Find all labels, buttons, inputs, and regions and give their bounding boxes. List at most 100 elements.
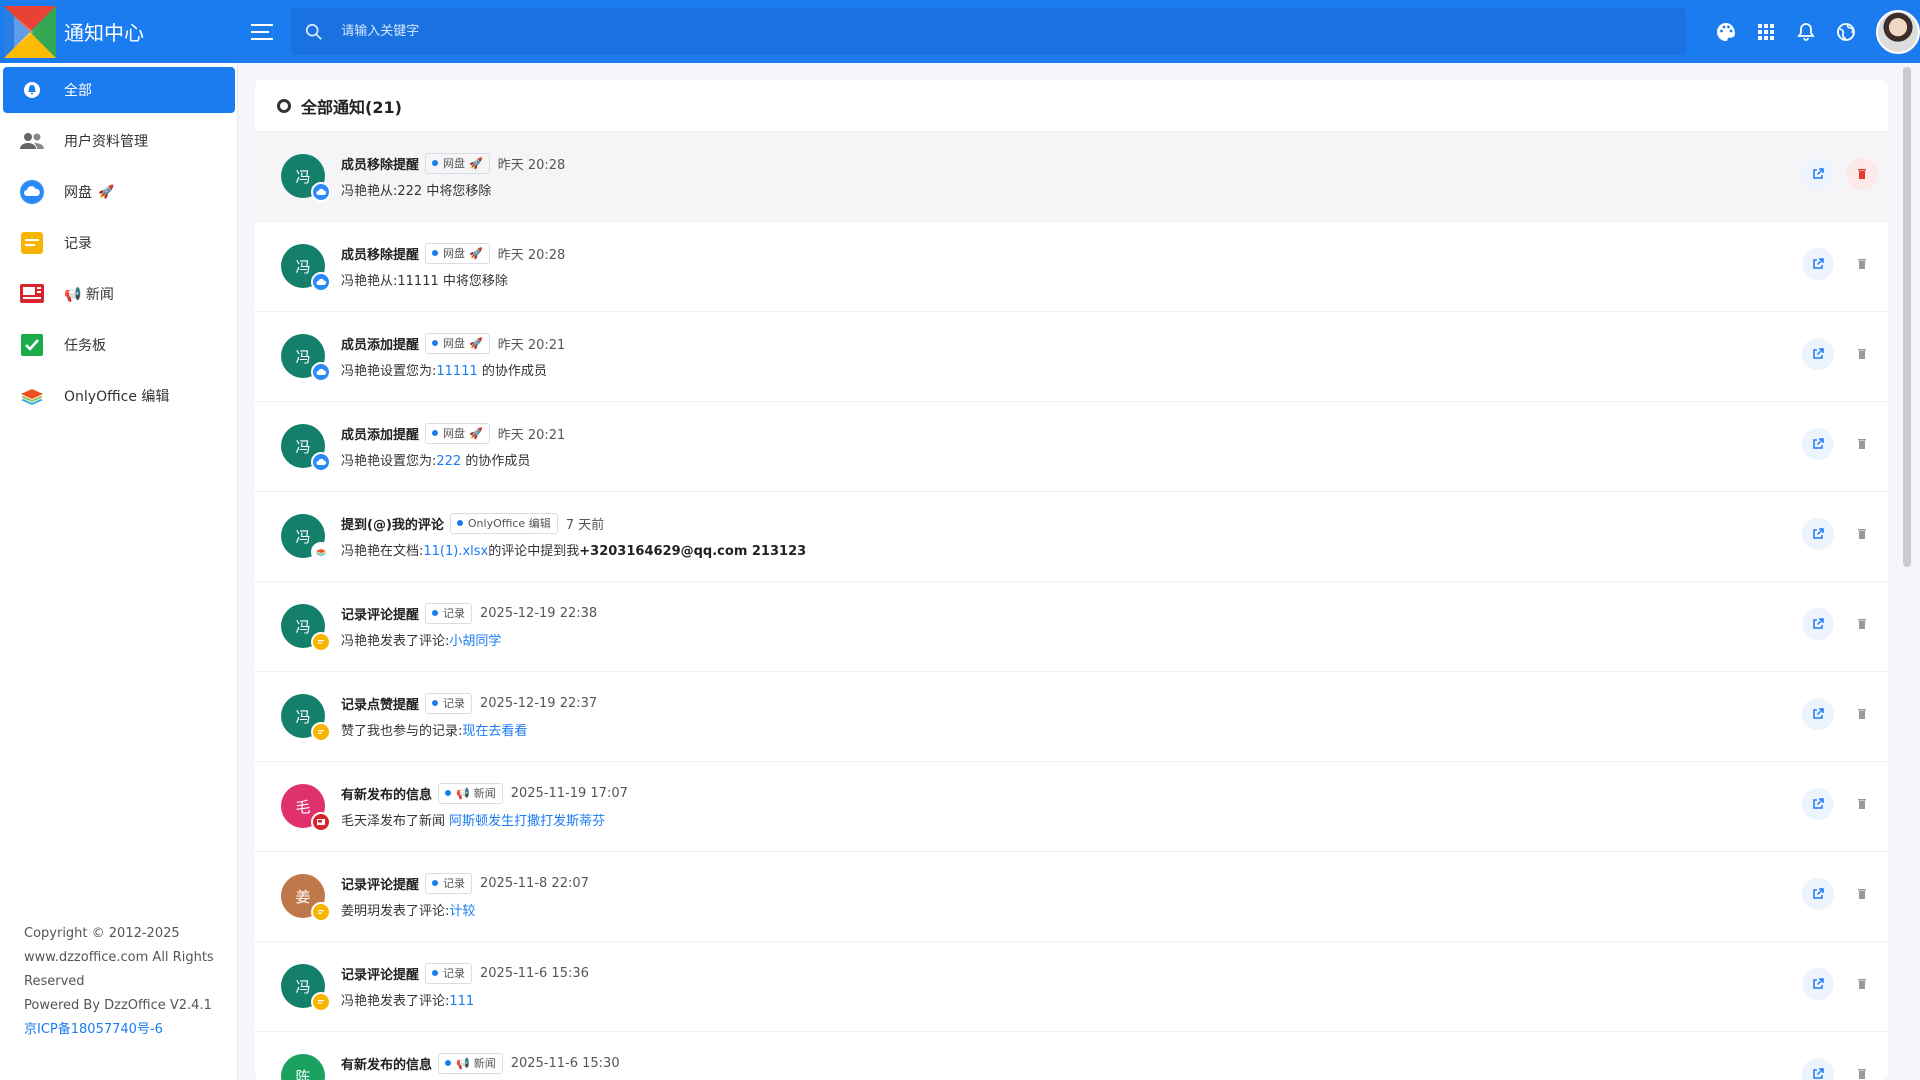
dot-icon [456,520,463,526]
sidebar-item-label: 任务板 [64,338,106,354]
notification-item[interactable]: 冯 记录评论提醒 记录 2025-12-19 22:38 冯艳艳发表了评论:小胡… [255,582,1888,672]
notification-link[interactable]: 11(1).xlsx [423,544,488,559]
notification-link[interactable]: 111 [449,994,474,1009]
news-icon [18,280,46,308]
app-tag[interactable]: 记录 [425,962,473,984]
notification-title: 提到(@)我的评论 [341,517,444,533]
notification-link[interactable]: 222 [436,454,461,469]
app-tag[interactable]: 记录 [425,692,473,714]
note-icon [311,902,331,922]
sidebar-item-label: 📢 新闻 [64,287,114,303]
sidebar-item-taskboard[interactable]: 任务板 [3,322,235,368]
notification-text: 姜明玥发表了评论: [341,904,450,919]
notification-text: 冯艳艳从:222 中将您移除 [341,184,492,199]
delete-button[interactable] [1846,338,1878,370]
delete-button[interactable] [1846,428,1878,460]
sidebar-item-records[interactable]: 记录 [3,220,235,266]
delete-button[interactable] [1846,1058,1878,1080]
sidebar-item-all[interactable]: 全部 [3,67,235,113]
notification-link[interactable]: 11111 [436,364,477,379]
notification-item[interactable]: 冯 成员移除提醒 网盘 🚀 昨天 20:28 冯艳艳从:11111 中将您移除 [255,222,1888,312]
app-tag[interactable]: 记录 [425,602,473,624]
menu-toggle-button[interactable] [247,17,277,47]
note-icon [311,992,331,1012]
notification-item[interactable]: 冯 成员添加提醒 网盘 🚀 昨天 20:21 冯艳艳设置您为:11111 的协作成… [255,312,1888,402]
app-tag[interactable]: 网盘 🚀 [425,242,490,264]
external-link-icon [1813,258,1824,269]
open-link-button[interactable] [1802,608,1834,640]
search-box[interactable] [291,8,1686,55]
delete-button[interactable] [1846,518,1878,550]
notification-list: 冯 成员移除提醒 网盘 🚀 昨天 20:28 冯艳艳从:222 中将您移除 冯 成… [255,132,1888,1080]
app-tag[interactable]: 网盘 🚀 [425,332,490,354]
trash-icon [1858,619,1866,629]
megaphone-icon: 📢 [456,1056,470,1070]
avatar[interactable]: 陈 [281,1054,325,1080]
open-link-button[interactable] [1802,968,1834,1000]
notification-time: 昨天 20:21 [497,427,566,443]
open-link-button[interactable] [1802,788,1834,820]
globe-icon[interactable] [1826,12,1866,52]
notification-item[interactable]: 冯 成员添加提醒 网盘 🚀 昨天 20:21 冯艳艳设置您为:222 的协作成员 [255,402,1888,492]
notification-item[interactable]: 冯 成员移除提醒 网盘 🚀 昨天 20:28 冯艳艳从:222 中将您移除 [255,132,1888,222]
notification-link[interactable]: 小胡同学 [449,634,501,649]
open-link-button[interactable] [1802,428,1834,460]
notification-item[interactable]: 姜 记录评论提醒 记录 2025-11-8 22:07 姜明玥发表了评论:计较 [255,852,1888,942]
open-link-button[interactable] [1802,158,1834,190]
delete-button[interactable] [1846,158,1878,190]
sidebar-item-netdisk[interactable]: 网盘 🚀 [3,169,235,215]
cloud-icon [311,362,331,382]
app-tag[interactable]: 📢 新闻 [438,1052,503,1074]
delete-button[interactable] [1846,878,1878,910]
notification-link[interactable]: 现在去看看 [462,724,527,739]
delete-button[interactable] [1846,788,1878,820]
notification-item[interactable]: 冯 记录点赞提醒 记录 2025-12-19 22:37 赞了我也参与的记录:现… [255,672,1888,762]
app-tag[interactable]: 记录 [425,872,473,894]
scrollbar[interactable] [1902,63,1912,1080]
app-logo[interactable] [4,5,56,58]
open-link-button[interactable] [1802,1058,1834,1080]
apps-grid-icon[interactable] [1746,12,1786,52]
notification-link[interactable]: 阿斯顿发生打撒打发斯蒂芬 [449,814,605,829]
notification-item[interactable]: 冯 提到(@)我的评论 OnlyOffice 编辑 7 天前 冯艳艳在文档:11… [255,492,1888,582]
open-link-button[interactable] [1802,338,1834,370]
trash-icon [1858,529,1866,539]
notification-item[interactable]: 冯 记录评论提醒 记录 2025-11-6 15:36 冯艳艳发表了评论:111 [255,942,1888,1032]
rocket-icon: 🚀 [469,156,483,170]
app-tag[interactable]: 网盘 🚀 [425,422,490,444]
icp-link[interactable]: 京ICP备18057740号-6 [24,1022,163,1037]
scrollbar-thumb[interactable] [1903,67,1911,567]
open-link-button[interactable] [1802,248,1834,280]
notification-item[interactable]: 毛 有新发布的信息 📢 新闻 2025-11-19 17:07 毛天泽发布了新闻 … [255,762,1888,852]
app-tag[interactable]: 📢 新闻 [438,782,503,804]
notification-time: 昨天 20:28 [497,157,566,173]
notification-link[interactable]: 计较 [449,904,475,919]
bell-icon[interactable] [1786,12,1826,52]
notification-time: 7 天前 [565,517,605,533]
sidebar-item-label: OnlyOffice 编辑 [64,389,170,405]
app-tag[interactable]: OnlyOffice 编辑 [449,512,558,534]
trash-icon [1858,709,1866,719]
sidebar-item-onlyoffice[interactable]: OnlyOffice 编辑 [3,373,235,419]
app-tag[interactable]: 网盘 🚀 [425,152,490,174]
open-link-button[interactable] [1802,518,1834,550]
external-link-icon [1813,348,1824,359]
open-link-button[interactable] [1802,698,1834,730]
sidebar-item-user-profile[interactable]: 用户资料管理 [3,118,235,164]
copyright-text: Copyright © 2012-2025 www.dzzoffice.com … [24,926,214,989]
search-icon [306,23,323,40]
notification-item[interactable]: 陈 有新发布的信息 📢 新闻 2025-11-6 15:30 [255,1032,1888,1080]
search-input[interactable] [341,24,1642,39]
notification-time: 2025-11-6 15:36 [480,965,589,981]
delete-button[interactable] [1846,608,1878,640]
sidebar-item-news[interactable]: 📢 新闻 [3,271,235,317]
delete-button[interactable] [1846,968,1878,1000]
open-link-button[interactable] [1802,878,1834,910]
delete-button[interactable] [1846,698,1878,730]
notification-title: 成员移除提醒 [341,247,420,263]
delete-button[interactable] [1846,248,1878,280]
user-avatar[interactable] [1876,9,1920,54]
external-link-icon [1813,528,1824,539]
palette-icon[interactable] [1706,12,1746,52]
news-icon [311,812,331,832]
